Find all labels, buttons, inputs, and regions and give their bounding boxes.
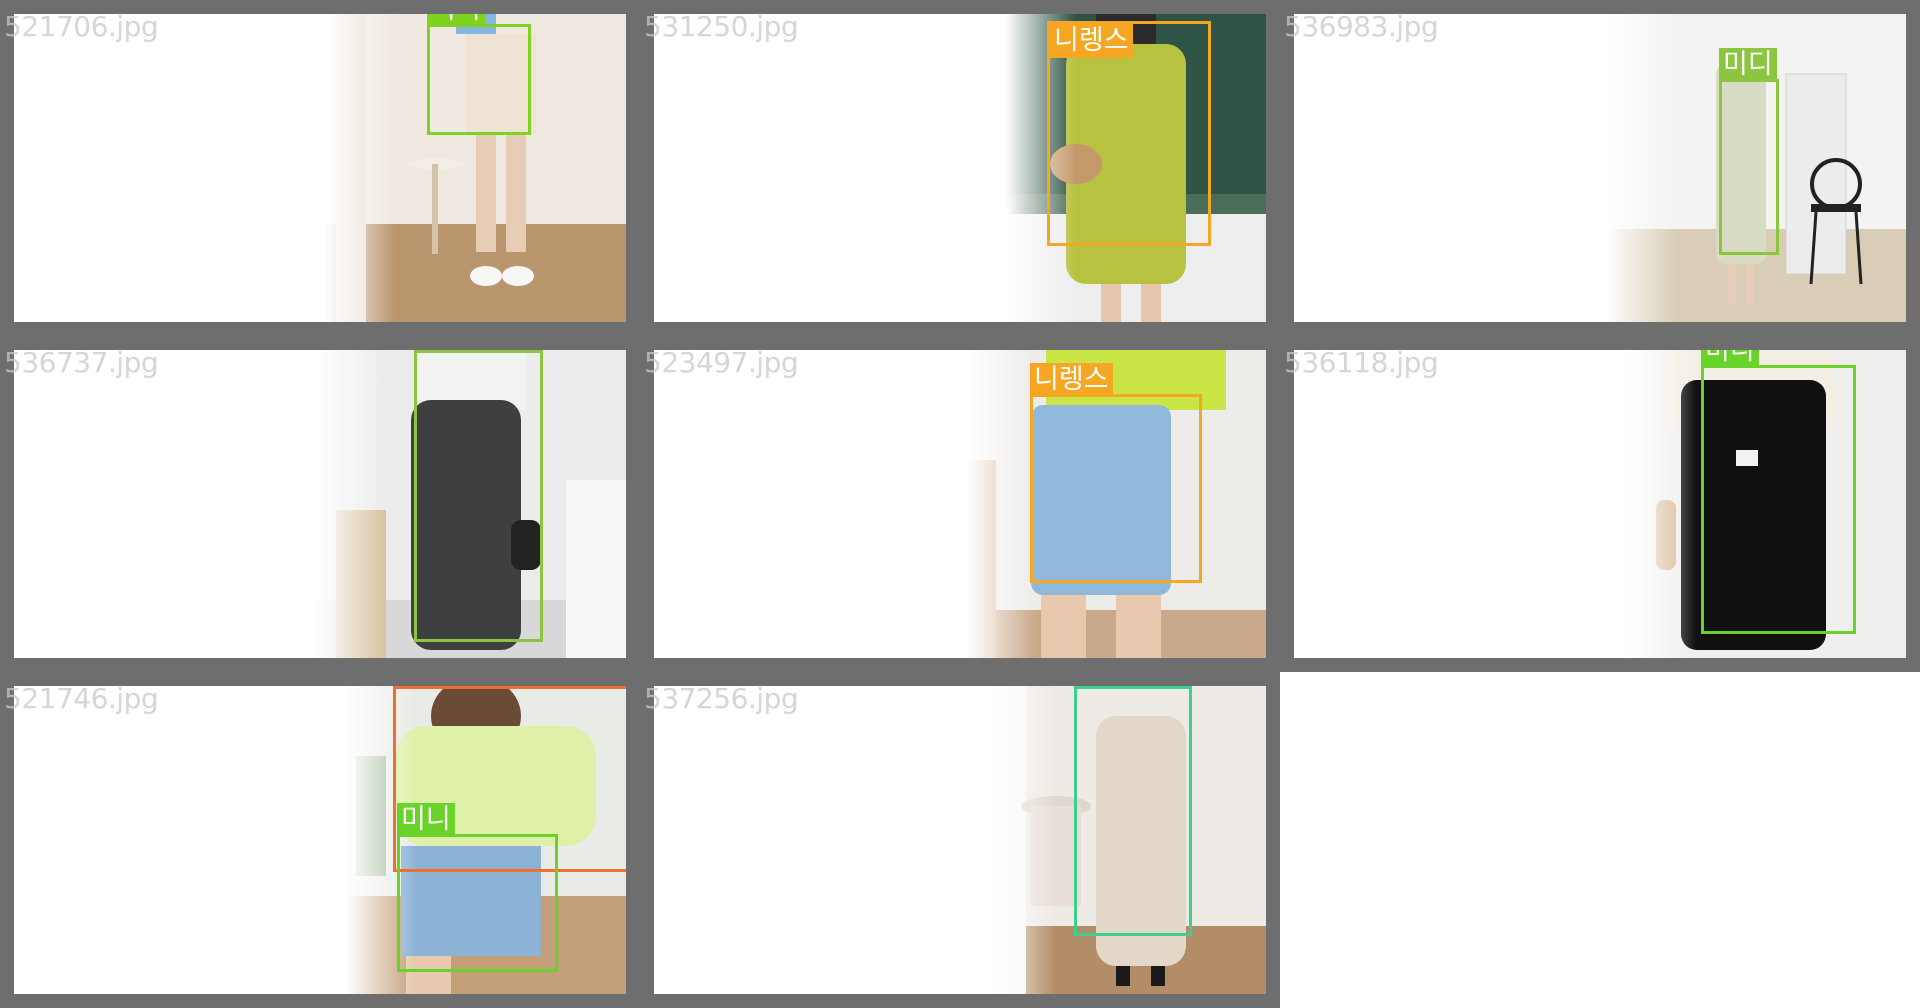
class-label: 미디 — [1719, 48, 1777, 82]
grid-cell-4[interactable]: 미디 536737.jpg — [0, 336, 640, 672]
grid-cell-1[interactable]: 미니 521706.jpg — [0, 0, 640, 336]
filename: 537256.jpg — [644, 682, 799, 715]
image-frame: 니렝스 — [654, 350, 1266, 658]
filename: 523497.jpg — [644, 346, 799, 379]
detection-box[interactable]: 니렝스 — [1030, 363, 1202, 583]
filename: 521706.jpg — [4, 10, 159, 43]
grid-cell-7[interactable]: 크롭 미니 521746.jpg — [0, 672, 640, 1008]
photo-fade — [966, 350, 1036, 658]
detection-box[interactable]: 발목 — [1074, 686, 1192, 936]
grid-cell-5[interactable]: 니렝스 523497.jpg — [640, 336, 1280, 672]
detection-box[interactable]: 미디 — [414, 350, 543, 642]
class-label: 니렝스 — [1050, 24, 1133, 58]
class-label: 크롭 — [393, 686, 451, 689]
image-frame: 미디 — [1294, 14, 1906, 322]
photo-fade — [316, 350, 386, 658]
image-frame: 미니 — [14, 14, 626, 322]
filename: 536983.jpg — [1284, 10, 1439, 43]
image-frame: 크롭 미니 — [14, 686, 626, 994]
grid-cell-2[interactable]: 니렝스 531250.jpg — [640, 0, 1280, 336]
photo-fade — [1606, 14, 1676, 322]
grid-cell-6[interactable]: 미니 536118.jpg — [1280, 336, 1920, 672]
photo-fade — [326, 14, 396, 322]
filename: 536118.jpg — [1284, 346, 1439, 379]
photo-fade — [986, 686, 1056, 994]
photo-fade — [1626, 350, 1696, 658]
image-frame: 발목 — [654, 686, 1266, 994]
grid-cell-8[interactable]: 발목 537256.jpg — [640, 672, 1280, 1008]
filename: 521746.jpg — [4, 682, 159, 715]
class-label: 미니 — [1701, 350, 1759, 368]
class-label: 니렝스 — [1030, 363, 1113, 397]
detection-box[interactable]: 미니 — [427, 14, 531, 135]
image-frame: 미디 — [14, 350, 626, 658]
filename: 536737.jpg — [4, 346, 159, 379]
detection-box[interactable]: 미니 — [397, 803, 558, 972]
detection-box[interactable]: 니렝스 — [1047, 21, 1211, 246]
image-frame: 니렝스 — [654, 14, 1266, 322]
filename: 531250.jpg — [644, 10, 799, 43]
class-label: 발목 — [1074, 686, 1132, 689]
detection-box[interactable]: 미디 — [1719, 48, 1779, 255]
detection-box[interactable]: 미니 — [1701, 350, 1856, 634]
class-label: 미디 — [414, 350, 472, 353]
image-frame: 미니 — [1294, 350, 1906, 658]
grid-cell-3[interactable]: 미디 536983.jpg — [1280, 0, 1920, 336]
class-label: 미니 — [397, 803, 455, 837]
class-label: 미니 — [427, 14, 485, 27]
